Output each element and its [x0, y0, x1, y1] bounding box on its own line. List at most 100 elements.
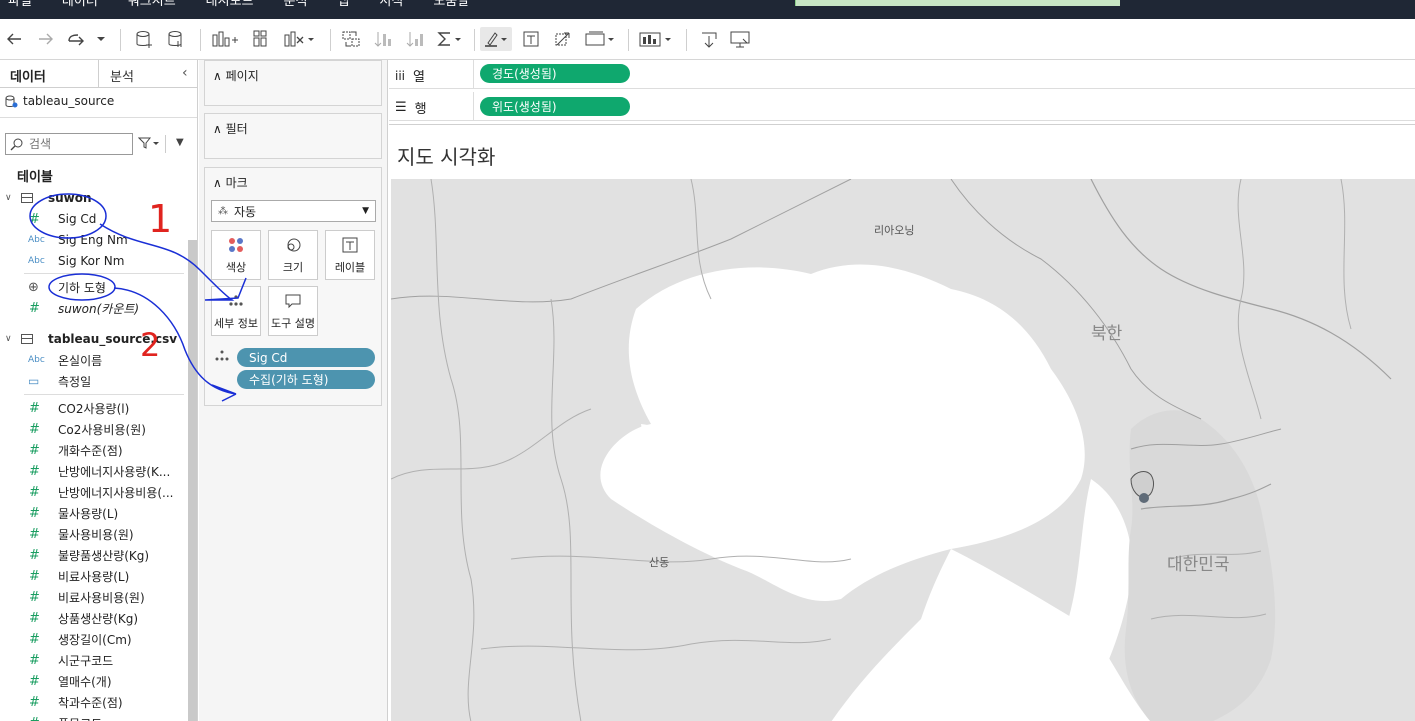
clear-sheet-icon[interactable]	[284, 27, 316, 51]
replay-icon[interactable]	[66, 27, 106, 51]
columns-shelf[interactable]: iii 열 경도(생성됨)	[389, 60, 1415, 89]
field-item[interactable]: # 불량품생산량(Kg)	[0, 545, 188, 565]
detail-pill-sig-cd[interactable]: Sig Cd	[237, 348, 375, 367]
field-item[interactable]: # 시군구코드	[0, 650, 188, 670]
map-canvas[interactable]: 리아오닝 북한 산동 대한민국	[391, 179, 1415, 721]
number-type-icon: #	[29, 547, 40, 563]
search-input[interactable]	[29, 137, 129, 151]
show-labels-icon[interactable]	[520, 27, 542, 51]
table-tableau-source[interactable]: ∨ tableau_source.csv	[0, 329, 188, 349]
toolbar	[0, 19, 1415, 60]
filters-title: 필터	[225, 122, 248, 136]
rows-shelf[interactable]: ☰ 행 위도(생성됨)	[389, 92, 1415, 121]
detail-icon	[228, 291, 244, 311]
field-sig-cd[interactable]: # Sig Cd	[0, 209, 188, 229]
menu-worksheet[interactable]: 워크시트	[128, 0, 176, 8]
table-suwon[interactable]: ∨ suwon	[0, 188, 188, 208]
pages-card[interactable]: ∧ 페이지	[204, 60, 382, 106]
collapse-pane-icon[interactable]: ‹	[182, 65, 188, 81]
expand-caret-icon[interactable]: ∨	[5, 193, 12, 203]
field-item[interactable]: # 열매수(개)	[0, 671, 188, 691]
field-item[interactable]: # 생장길이(Cm)	[0, 629, 188, 649]
rows-pill-latitude[interactable]: 위도(생성됨)	[480, 97, 630, 116]
calendar-icon: ▭	[28, 374, 40, 388]
field-item[interactable]: # 착과수준(점)	[0, 692, 188, 712]
marks-title: 마크	[225, 176, 248, 190]
field-item[interactable]: # 비료사용비용(원)	[0, 587, 188, 607]
field-greenhouse-name[interactable]: Abc 온실이름	[0, 350, 188, 370]
number-type-icon: #	[29, 694, 40, 710]
field-item[interactable]: # 품목코드	[0, 713, 188, 721]
map-mark-suwon[interactable]	[1139, 493, 1149, 503]
field-search[interactable]	[5, 133, 133, 155]
field-item[interactable]: # 비료사용량(L)	[0, 566, 188, 586]
detail-pill-collect-geometry[interactable]: 수집(기하 도형)	[237, 370, 375, 389]
field-suwon-count[interactable]: # suwon(카운트)	[0, 298, 188, 318]
field-sig-kor-nm[interactable]: Abc Sig Kor Nm	[0, 251, 188, 271]
caret-up-icon[interactable]: ∧	[213, 69, 222, 83]
tooltip-button[interactable]: 도구 설명	[268, 286, 318, 336]
redo-icon[interactable]	[36, 27, 56, 51]
new-worksheet-icon[interactable]	[212, 27, 240, 51]
view-title[interactable]: 지도 시각화	[397, 141, 495, 170]
scrollbar[interactable]	[188, 240, 197, 721]
tab-analysis[interactable]: 분석	[110, 66, 134, 85]
tab-data[interactable]: 데이터	[10, 66, 46, 85]
menu-data[interactable]: 데이터	[62, 0, 98, 8]
field-label: CO2사용량(l)	[58, 401, 130, 416]
field-item[interactable]: # 물사용비용(원)	[0, 524, 188, 544]
sort-ascending-icon[interactable]	[372, 27, 394, 51]
field-sig-eng-nm[interactable]: Abc Sig Eng Nm	[0, 230, 188, 250]
label-button[interactable]: 레이블	[325, 230, 375, 280]
datasource-item[interactable]: tableau_source	[5, 94, 114, 108]
caret-up-icon[interactable]: ∧	[213, 122, 222, 136]
field-geometry[interactable]: ⊕ 기하 도형	[0, 277, 188, 297]
size-button[interactable]: 크기	[268, 230, 318, 280]
download-icon[interactable]	[698, 27, 720, 51]
field-item[interactable]: # 난방에너지사용량(K...	[0, 461, 188, 481]
number-type-icon: #	[29, 505, 40, 521]
mark-type-select[interactable]: ⁂ 자동 ▼	[211, 200, 376, 222]
field-measure-date[interactable]: ▭ 측정일	[0, 371, 188, 391]
field-label: 열매수(개)	[58, 674, 112, 689]
fix-axes-icon[interactable]	[552, 27, 574, 51]
label-icon	[342, 235, 358, 255]
show-me-icon[interactable]	[638, 27, 674, 51]
number-type-icon: #	[29, 400, 40, 416]
highlight-icon[interactable]	[480, 27, 512, 51]
field-item[interactable]: # 난방에너지사용비용(...	[0, 482, 188, 502]
menu-file[interactable]: 파일	[8, 0, 32, 8]
color-button[interactable]: 색상	[211, 230, 261, 280]
number-type-icon: #	[29, 442, 40, 458]
menu-map[interactable]: 맵	[337, 0, 349, 8]
fit-view-icon[interactable]	[584, 27, 616, 51]
duplicate-sheet-icon[interactable]	[250, 27, 274, 51]
columns-pill-longitude[interactable]: 경도(생성됨)	[480, 64, 630, 83]
caret-up-icon[interactable]: ∧	[213, 176, 222, 190]
field-item[interactable]: # Co2사용비용(원)	[0, 419, 188, 439]
filters-card[interactable]: ∧ 필터	[204, 113, 382, 159]
number-type-icon: #	[29, 300, 40, 316]
field-item[interactable]: # 상품생산량(Kg)	[0, 608, 188, 628]
swap-icon[interactable]	[340, 27, 362, 51]
menu-analysis[interactable]: 분석	[284, 0, 308, 8]
marks-card: ∧ 마크 ⁂ 자동 ▼ 색상 크기 레이블 세부 정보 도구 설명 Sig Cd…	[204, 167, 382, 406]
expand-caret-icon[interactable]: ∨	[5, 334, 12, 344]
field-item[interactable]: # CO2사용량(l)	[0, 398, 188, 418]
new-datasource-icon[interactable]	[134, 27, 154, 51]
menu-dashboard[interactable]: 대시보드	[206, 0, 254, 8]
detail-button[interactable]: 세부 정보	[211, 286, 261, 336]
chevron-down-icon[interactable]: ▼	[176, 137, 184, 148]
sort-descending-icon[interactable]	[404, 27, 426, 51]
totals-icon[interactable]	[436, 27, 464, 51]
field-item[interactable]: # 개화수준(점)	[0, 440, 188, 460]
field-item[interactable]: # 물사용량(L)	[0, 503, 188, 523]
undo-icon[interactable]	[4, 27, 24, 51]
menu-help[interactable]: 도움말	[433, 0, 469, 8]
filter-fields-icon[interactable]	[137, 136, 160, 153]
pause-datasource-icon[interactable]	[166, 27, 186, 51]
presentation-icon[interactable]	[728, 27, 754, 51]
chevron-down-icon: ▼	[362, 206, 369, 216]
search-icon	[10, 138, 23, 150]
menu-format[interactable]: 서식	[379, 0, 403, 8]
